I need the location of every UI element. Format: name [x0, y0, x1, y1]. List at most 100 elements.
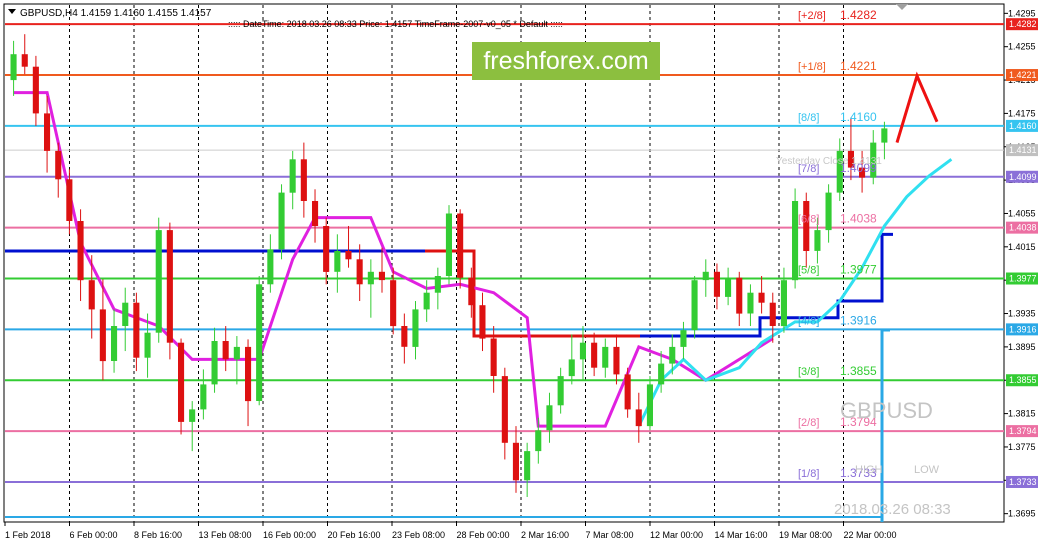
murrey-level-label: [2/8]	[798, 417, 819, 429]
candle-body	[133, 302, 140, 358]
murrey-level-label: [+1/8]	[798, 61, 826, 73]
candle-body	[200, 384, 207, 410]
candle-body	[211, 341, 218, 385]
candle-body	[803, 201, 810, 251]
candle-body	[635, 409, 642, 427]
murrey-level-label: [1/8]	[798, 468, 819, 480]
candle-body	[66, 179, 73, 221]
candle-body	[345, 251, 352, 260]
murrey-level-label: [6/8]	[798, 214, 819, 226]
x-tick-label: 7 Mar 08:00	[586, 530, 634, 540]
candle-body	[747, 292, 754, 314]
overlay-low: LOW	[914, 464, 940, 476]
candle-body	[222, 341, 229, 360]
candle-body	[99, 309, 106, 362]
candle-body	[189, 409, 196, 422]
candle-body	[881, 128, 888, 143]
candle-body	[144, 332, 151, 358]
candle-body	[367, 271, 374, 285]
price-chart: [+2/8] 1.4282[+1/8] 1.4221[8/8] 1.4160[7/8]…	[0, 0, 1043, 548]
murrey-level-value: 1.3855	[840, 364, 877, 378]
candle-body	[10, 54, 17, 81]
candle-body	[557, 376, 564, 406]
candle-body	[55, 150, 62, 180]
price-label-text: 1.4282	[1009, 19, 1037, 29]
y-tick-label: 1.4255	[1008, 42, 1036, 52]
candle-body	[155, 230, 162, 333]
murrey-level-value: 1.4038	[840, 212, 877, 226]
overlay-datetime: 2018.03.26 08:33	[834, 501, 951, 518]
price-label-text: 1.3794	[1009, 426, 1037, 436]
candle-body	[267, 249, 274, 285]
candle-body	[434, 276, 441, 293]
candle-body	[390, 280, 397, 327]
x-tick-label: 28 Feb 00:00	[457, 530, 510, 540]
candle-body	[814, 230, 821, 251]
candle-body	[646, 384, 653, 427]
candle-body	[245, 346, 252, 402]
candle-body	[479, 305, 486, 339]
candle-body	[501, 376, 508, 443]
candle-body	[691, 280, 698, 331]
candle-body	[88, 280, 95, 310]
x-tick-label: 1 Feb 2018	[5, 530, 51, 540]
murrey-level-value: 1.3977	[840, 263, 877, 277]
candle-body	[546, 405, 553, 431]
candle-body	[178, 342, 185, 422]
candle-body	[334, 251, 341, 272]
candle-body	[780, 280, 787, 327]
candle-body	[312, 201, 319, 226]
candle-body	[624, 374, 631, 410]
x-tick-label: 23 Feb 08:00	[392, 530, 445, 540]
y-tick-label: 1.3895	[1008, 342, 1036, 352]
candle-body	[166, 230, 173, 343]
candle-body	[278, 192, 285, 250]
price-label-text: 1.4038	[1009, 223, 1037, 233]
murrey-level-value: 1.4221	[840, 59, 877, 73]
y-tick-label: 1.4055	[1008, 208, 1036, 218]
x-tick-label: 2 Mar 16:00	[521, 530, 569, 540]
candle-body	[445, 213, 452, 276]
candle-body	[613, 346, 620, 375]
x-tick-label: 12 Mar 00:00	[650, 530, 703, 540]
candle-body	[591, 342, 598, 368]
candle-body	[77, 221, 84, 281]
candle-body	[44, 113, 51, 151]
watermark-text: freshforex.com	[483, 47, 648, 75]
murrey-level-label: [+2/8]	[798, 10, 826, 22]
y-tick-label: 1.3695	[1008, 509, 1036, 519]
murrey-level-label: [8/8]	[798, 112, 819, 124]
candle-body	[680, 330, 687, 347]
candle-body	[356, 259, 363, 285]
candle-body	[21, 54, 28, 67]
murrey-level-label: [3/8]	[798, 366, 819, 378]
candle-body	[669, 346, 676, 364]
price-label-text: 1.3916	[1009, 324, 1037, 334]
candle-body	[535, 430, 542, 452]
murrey-level-value: 1.3916	[840, 313, 877, 327]
candle-body	[233, 346, 240, 360]
info-header: ::::: DateTime: 2018.03.26 08:33 Price: …	[228, 19, 563, 29]
candle-body	[713, 271, 720, 297]
price-label-text: 1.4131	[1009, 145, 1037, 155]
murrey-level-label: [5/8]	[798, 265, 819, 277]
candle-body	[457, 213, 464, 278]
x-tick-label: 6 Feb 00:00	[70, 530, 118, 540]
candle-body	[825, 192, 832, 231]
candle-body	[769, 302, 776, 326]
price-label-text: 1.3977	[1009, 274, 1037, 284]
y-tick-label: 1.3815	[1008, 409, 1036, 419]
x-tick-label: 20 Feb 16:00	[328, 530, 381, 540]
candle-body	[758, 292, 765, 303]
murrey-level-label: [4/8]	[798, 315, 819, 327]
yesterday-close-label: Yesterday Close 1.4131	[776, 156, 882, 167]
x-tick-label: 16 Feb 00:00	[263, 530, 316, 540]
candle-body	[579, 342, 586, 360]
overlay-symbol: GBPUSD	[840, 398, 933, 423]
candle-body	[702, 271, 709, 281]
candle-body	[256, 284, 263, 401]
x-tick-label: 13 Feb 08:00	[199, 530, 252, 540]
y-tick-label: 1.4295	[1008, 8, 1036, 18]
symbol-header: GBPUSD,H4 1.4159 1.4160 1.4155 1.4157	[20, 8, 212, 19]
candle-body	[300, 159, 307, 201]
